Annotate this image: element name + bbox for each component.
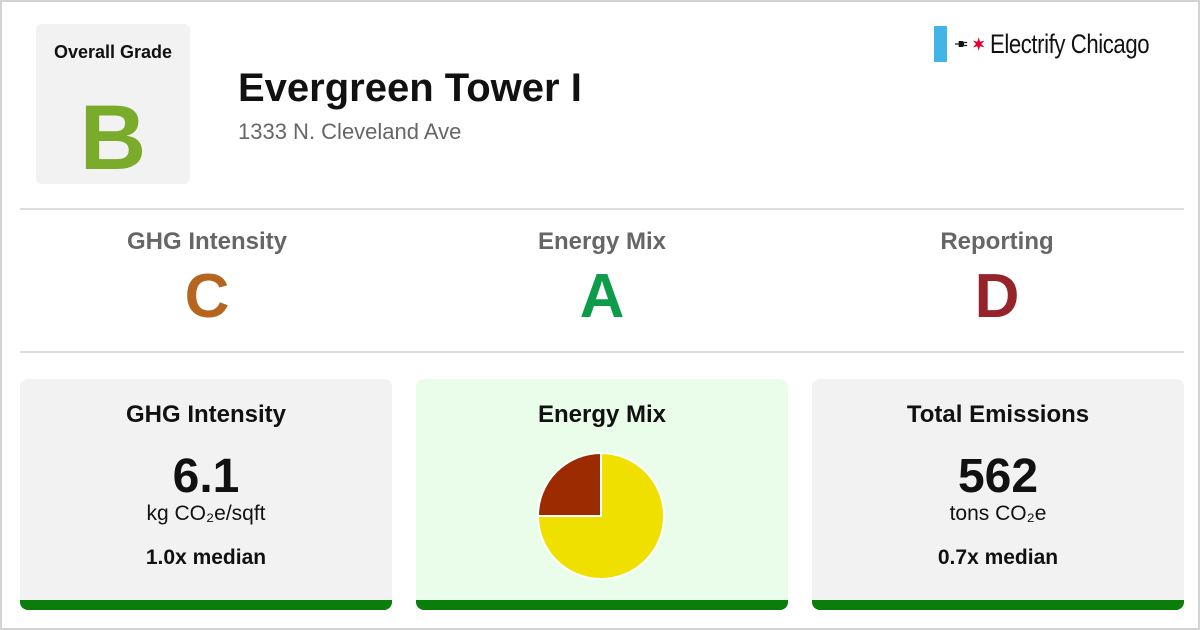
- card-value: 6.1: [172, 450, 240, 503]
- card-total-emissions: Total Emissions 562 tons CO₂e 0.7x media…: [812, 379, 1184, 610]
- brand-logo[interactable]: Electrify Chicago: [934, 24, 1184, 64]
- brand-name: Electrify Chicago: [989, 28, 1150, 59]
- card-title: Energy Mix: [537, 401, 667, 428]
- card-title: GHG Intensity: [125, 401, 287, 428]
- overall-grade-letter: B: [79, 87, 147, 189]
- subgrade-energy-mix: Energy Mix A: [452, 228, 752, 332]
- divider-top: [20, 208, 1184, 210]
- card-ghg-intensity: GHG Intensity 6.1 kg CO₂e/sqft 1.0x medi…: [20, 379, 392, 610]
- building-name: Evergreen Tower I: [238, 66, 582, 110]
- subgrade-label: GHG Intensity: [126, 228, 288, 255]
- card-bar: [416, 600, 788, 610]
- star-icon: [972, 37, 984, 51]
- subgrade-letter: C: [184, 262, 230, 331]
- building-address: 1333 N. Cleveland Ave: [238, 119, 462, 144]
- energy-mix-pie-chart: [536, 451, 665, 580]
- card-energy-mix: Energy Mix: [416, 379, 788, 610]
- card-bar: [812, 600, 1184, 610]
- card-median: 0.7x median: [937, 546, 1059, 569]
- overall-grade-box: Overall Grade B: [36, 24, 190, 184]
- subgrade-letter: D: [974, 262, 1020, 331]
- page-frame: Overall Grade B Evergreen Tower I 1333 N…: [0, 0, 1200, 630]
- card-median: 1.0x median: [145, 546, 267, 569]
- subgrade-letter: A: [579, 262, 625, 331]
- subgrade-label: Energy Mix: [537, 228, 667, 255]
- card-bar: [20, 600, 392, 610]
- card-title: Total Emissions: [906, 401, 1090, 428]
- subgrade-label: Reporting: [940, 228, 1054, 255]
- card-unit: kg CO₂e/sqft: [146, 502, 266, 525]
- card-value: 562: [957, 450, 1039, 503]
- plug-icon: [955, 40, 968, 48]
- pie-slice-1: [536, 451, 602, 517]
- card-unit: tons CO₂e: [949, 502, 1047, 525]
- flag-bar: [934, 26, 948, 62]
- overall-grade-title: Overall Grade: [53, 42, 173, 62]
- divider-middle: [20, 351, 1184, 353]
- subgrade-reporting: Reporting D: [847, 228, 1147, 332]
- subgrade-ghg-intensity: GHG Intensity C: [57, 228, 357, 332]
